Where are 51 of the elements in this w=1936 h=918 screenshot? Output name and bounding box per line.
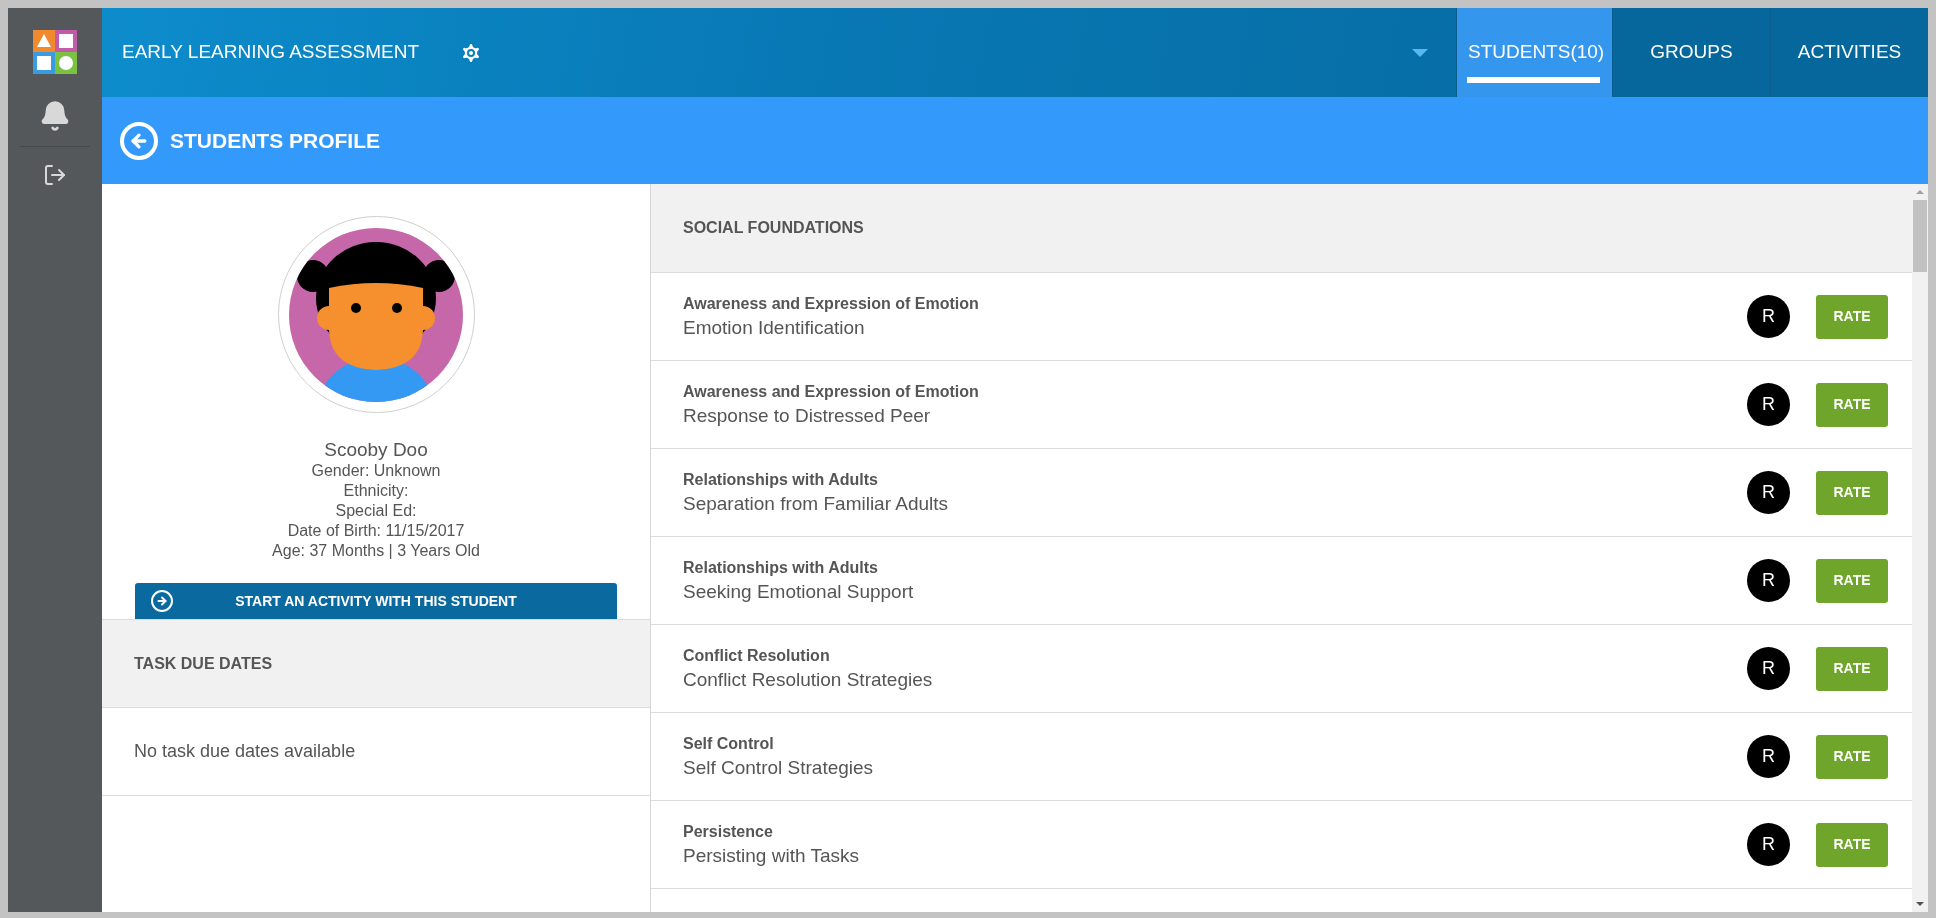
page-title: STUDENTS PROFILE bbox=[170, 127, 380, 154]
dropdown-caret-icon[interactable] bbox=[1412, 48, 1428, 57]
nav-tab[interactable]: STUDENTS(10) bbox=[1456, 8, 1612, 97]
rating-badge: R bbox=[1747, 383, 1790, 426]
scrollbar[interactable] bbox=[1912, 184, 1928, 912]
student-detail: Special Ed: bbox=[335, 501, 417, 521]
rating-badge: R bbox=[1747, 295, 1790, 338]
rating-badge: R bbox=[1747, 735, 1790, 778]
skill-name: Response to Distressed Peer bbox=[683, 403, 932, 428]
scroll-thumb[interactable] bbox=[1913, 200, 1927, 272]
rate-button[interactable]: RATE bbox=[1816, 646, 1888, 691]
rate-button[interactable]: RATE bbox=[1816, 294, 1888, 339]
skill-category: Relationships with Adults bbox=[683, 469, 879, 490]
rating-badge: R bbox=[1747, 559, 1790, 602]
student-name: Scooby Doo bbox=[324, 439, 428, 461]
skill-name: Self Control Strategies bbox=[683, 755, 875, 780]
skill-name: Separation from Familiar Adults bbox=[683, 491, 950, 516]
rate-button[interactable]: RATE bbox=[1816, 382, 1888, 427]
notifications-bell-icon[interactable] bbox=[39, 100, 71, 132]
rate-button[interactable]: RATE bbox=[1816, 734, 1888, 779]
nav-tab[interactable]: GROUPS bbox=[1612, 8, 1770, 97]
empty-message: No task due dates available bbox=[134, 740, 356, 763]
rating-badge: R bbox=[1747, 471, 1790, 514]
section-title: TASK DUE DATES bbox=[134, 653, 273, 674]
rate-button[interactable]: RATE bbox=[1816, 470, 1888, 515]
skill-name: Persisting with Tasks bbox=[683, 843, 860, 868]
logo-icon bbox=[33, 30, 77, 74]
back-button[interactable] bbox=[120, 121, 158, 160]
student-detail: Age: 37 Months | 3 Years Old bbox=[272, 541, 480, 561]
section-title: SOCIAL FOUNDATIONS bbox=[683, 218, 864, 238]
skill-category: Self Control bbox=[683, 733, 775, 754]
skill-category: Persistence bbox=[683, 821, 774, 842]
scroll-up-arrow-icon[interactable] bbox=[1916, 190, 1924, 194]
student-detail: Ethnicity: bbox=[343, 481, 409, 501]
skill-name: Emotion Identification bbox=[683, 315, 866, 340]
rate-button[interactable]: RATE bbox=[1816, 558, 1888, 603]
app-title: EARLY LEARNING ASSESSMENT bbox=[122, 40, 420, 65]
scroll-down-arrow-icon[interactable] bbox=[1916, 902, 1924, 906]
rating-badge: R bbox=[1747, 823, 1790, 866]
rating-badge: R bbox=[1747, 647, 1790, 690]
skill-category: Relationships with Adults bbox=[683, 557, 879, 578]
skill-name: Conflict Resolution Strategies bbox=[683, 667, 934, 692]
skill-category: Conflict Resolution bbox=[683, 645, 831, 666]
student-detail: Gender: Unknown bbox=[311, 461, 441, 481]
skill-name: Seeking Emotional Support bbox=[683, 579, 915, 604]
skill-category: Awareness and Expression of Emotion bbox=[683, 381, 980, 402]
student-detail: Date of Birth: 11/15/2017 bbox=[287, 521, 465, 541]
start-activity-button[interactable]: START AN ACTIVITY WITH THIS STUDENT bbox=[135, 583, 617, 619]
skill-category: Awareness and Expression of Emotion bbox=[683, 293, 980, 314]
logout-icon[interactable] bbox=[43, 163, 67, 187]
rate-button[interactable]: RATE bbox=[1816, 822, 1888, 867]
